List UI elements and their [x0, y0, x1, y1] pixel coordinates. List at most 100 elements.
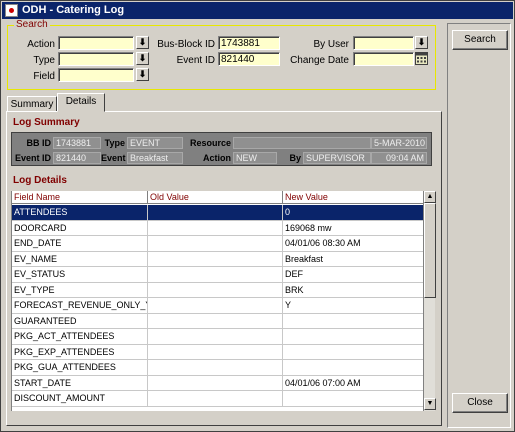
- grid-vertical-scrollbar[interactable]: ▲ ▼: [423, 191, 436, 411]
- old-value-cell: [148, 220, 283, 236]
- table-row[interactable]: DOORCARD 169068 mw: [12, 220, 423, 236]
- new-value-cell: 04/01/06 08:30 AM: [283, 236, 423, 251]
- log-details-title: Log Details: [13, 175, 67, 186]
- new-value-cell: 0: [283, 205, 423, 220]
- table-row[interactable]: END_DATE 04/01/06 08:30 AM: [12, 236, 423, 252]
- by-user-label: By User: [313, 39, 349, 50]
- action-input[interactable]: [58, 36, 134, 50]
- new-value-cell: Breakfast: [283, 252, 423, 267]
- old-value-cell: [148, 205, 283, 220]
- bbid-value: 1743881: [53, 137, 101, 149]
- scroll-up-icon[interactable]: ▲: [424, 191, 436, 203]
- catering-log-window: ODH - Catering Log Search Action ⬇ Type …: [0, 0, 515, 432]
- field-name-cell: DISCOUNT_AMOUNT: [12, 391, 148, 406]
- field-name-cell: GUARANTEED: [12, 313, 148, 329]
- new-value-cell: [283, 329, 423, 344]
- field-name-cell: EV_STATUS: [12, 267, 148, 282]
- change-date-label: Change Date: [290, 55, 349, 66]
- field-name-cell: FORECAST_REVENUE_ONLY_Y: [12, 298, 148, 313]
- action-lov-button[interactable]: ⬇: [136, 36, 149, 49]
- calendar-icon[interactable]: [415, 52, 428, 65]
- busblock-id-input[interactable]: 1743881: [218, 36, 280, 50]
- by-user-lov-button[interactable]: ⬇: [415, 36, 428, 49]
- table-row[interactable]: EV_STATUS DEF: [12, 267, 423, 283]
- tab-summary[interactable]: Summary: [7, 96, 57, 112]
- new-value-cell: [283, 345, 423, 360]
- old-value-cell: [148, 236, 283, 251]
- column-header-new-value: New Value: [285, 192, 328, 202]
- field-name-cell: PKG_ACT_ATTENDEES: [12, 329, 148, 344]
- summary-by-value: SUPERVISOR: [303, 152, 371, 164]
- summary-event-id-value: 821440: [53, 152, 101, 164]
- summary-event-label: Event: [101, 153, 126, 163]
- app-icon: [5, 4, 18, 17]
- summary-type-value: EVENT: [127, 137, 183, 149]
- scroll-thumb[interactable]: [424, 203, 436, 298]
- field-label: Field: [33, 71, 55, 82]
- table-row[interactable]: ATTENDEES 0: [12, 205, 423, 221]
- old-value-cell: [148, 391, 283, 406]
- field-lov-button[interactable]: ⬇: [136, 68, 149, 81]
- resource-value: [233, 137, 371, 149]
- old-value-cell: [148, 375, 283, 391]
- scroll-down-icon[interactable]: ▼: [424, 398, 436, 410]
- table-row[interactable]: START_DATE 04/01/06 07:00 AM: [12, 375, 423, 391]
- old-value-cell: [148, 329, 283, 344]
- tab-details[interactable]: Details: [57, 93, 105, 112]
- field-name-cell: PKG_EXP_ATTENDEES: [12, 344, 148, 360]
- close-button[interactable]: Close: [452, 393, 508, 413]
- event-id-input[interactable]: 821440: [218, 52, 280, 66]
- table-row[interactable]: PKG_GUA_ATTENDEES: [12, 360, 423, 376]
- table-row[interactable]: GUARANTEED: [12, 313, 423, 329]
- table-row[interactable]: EV_NAME Breakfast: [12, 251, 423, 267]
- field-name-cell: START_DATE: [12, 375, 148, 391]
- field-name-cell: END_DATE: [12, 236, 148, 251]
- search-button[interactable]: Search: [452, 30, 508, 50]
- down-arrow-icon: ⬇: [138, 37, 147, 47]
- field-name-cell: DOORCARD: [12, 220, 148, 236]
- type-input[interactable]: [58, 52, 134, 66]
- old-value-cell: [148, 282, 283, 298]
- down-arrow-icon: ⬇: [417, 37, 426, 47]
- table-row[interactable]: PKG_EXP_ATTENDEES: [12, 344, 423, 360]
- field-name-cell: EV_NAME: [12, 251, 148, 267]
- table-row[interactable]: DISCOUNT_AMOUNT: [12, 391, 423, 407]
- search-legend: Search: [14, 19, 50, 30]
- summary-by-label: By: [289, 153, 301, 163]
- summary-event-id-label: Event ID: [14, 153, 51, 163]
- new-value-cell: [283, 391, 423, 406]
- by-user-input[interactable]: [353, 36, 414, 50]
- summary-action-value: NEW: [233, 152, 277, 164]
- old-value-cell: [148, 313, 283, 329]
- right-button-panel: [447, 23, 511, 428]
- column-header-field-name: Field Name: [12, 191, 148, 204]
- old-value-cell: [148, 298, 283, 313]
- new-value-cell: [283, 360, 423, 375]
- summary-time-value: 09:04 AM: [371, 152, 427, 164]
- window-title: ODH - Catering Log: [22, 4, 125, 16]
- down-arrow-icon: ⬇: [138, 53, 147, 63]
- new-value-cell: [283, 314, 423, 329]
- table-row[interactable]: PKG_ACT_ATTENDEES: [12, 329, 423, 345]
- log-summary-title: Log Summary: [13, 117, 80, 128]
- summary-date-value: 5-MAR-2010: [371, 137, 427, 149]
- new-value-cell: BRK: [283, 283, 423, 298]
- new-value-cell: 04/01/06 07:00 AM: [283, 376, 423, 391]
- old-value-cell: [148, 251, 283, 267]
- down-arrow-icon: ⬇: [138, 69, 147, 79]
- summary-event-value: Breakfast: [127, 152, 183, 164]
- type-lov-button[interactable]: ⬇: [136, 52, 149, 65]
- column-header-old-value: Old Value: [148, 191, 283, 204]
- type-label: Type: [33, 55, 55, 66]
- field-name-cell: PKG_GUA_ATTENDEES: [12, 360, 148, 375]
- table-row[interactable]: FORECAST_REVENUE_ONLY_Y Y: [12, 298, 423, 314]
- change-date-input[interactable]: [353, 52, 414, 66]
- bbid-label: BB ID: [26, 138, 52, 148]
- field-input[interactable]: [58, 68, 134, 82]
- field-name-cell: EV_TYPE: [12, 282, 148, 298]
- field-name-cell: ATTENDEES: [12, 205, 148, 220]
- old-value-cell: [148, 267, 283, 282]
- new-value-cell: 169068 mw: [283, 221, 423, 236]
- old-value-cell: [148, 360, 283, 375]
- table-row[interactable]: EV_TYPE BRK: [12, 282, 423, 298]
